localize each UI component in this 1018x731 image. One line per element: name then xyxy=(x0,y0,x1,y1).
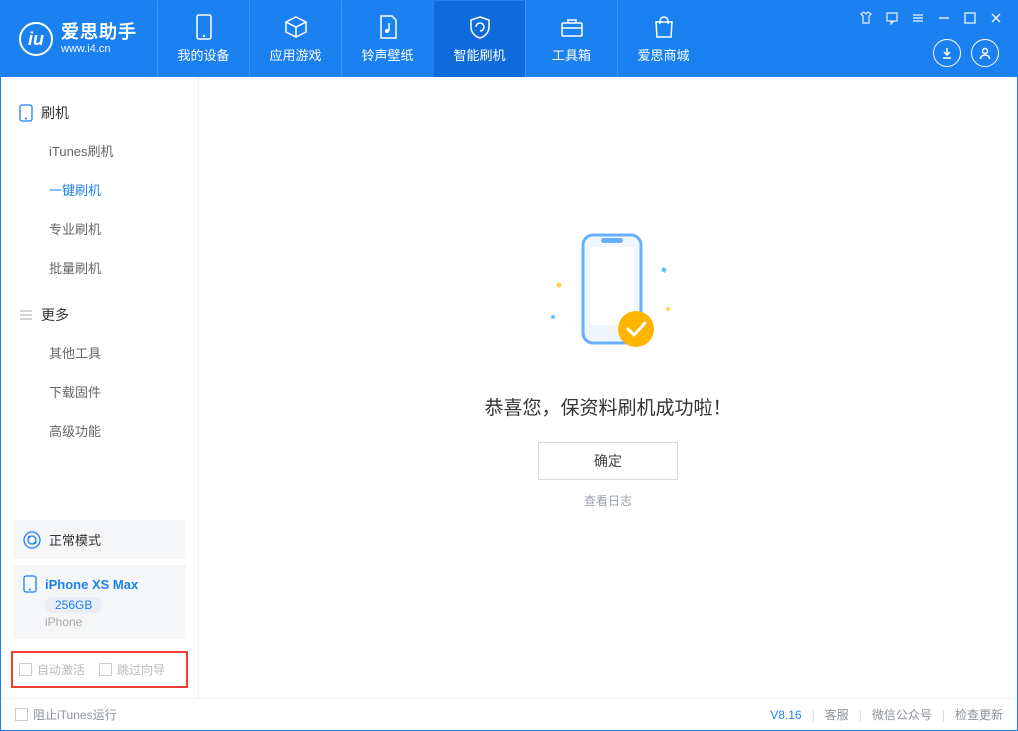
sidebar-item-other-tools[interactable]: 其他工具 xyxy=(1,333,198,372)
status-bar: 阻止iTunes运行 V8.16 | 客服 | 微信公众号 | 检查更新 xyxy=(1,698,1017,730)
sync-icon xyxy=(23,531,41,549)
nav-apps-games[interactable]: 应用游戏 xyxy=(249,1,341,77)
sidebar-item-oneclick-flash[interactable]: 一键刷机 xyxy=(1,170,198,209)
ok-button[interactable]: 确定 xyxy=(538,442,678,480)
header-actions xyxy=(933,39,999,67)
device-icon xyxy=(191,14,217,40)
nav-label: 应用游戏 xyxy=(269,45,321,64)
checkbox-label: 阻止iTunes运行 xyxy=(33,706,117,723)
app-header: iu 爱思助手 www.i4.cn 我的设备 应用游戏 铃声壁纸 智能刷机 工具… xyxy=(1,1,1017,77)
close-icon[interactable] xyxy=(987,9,1005,27)
device-card[interactable]: iPhone XS Max 256GB iPhone xyxy=(13,565,186,639)
window-controls xyxy=(857,9,1005,27)
checkbox-icon xyxy=(15,708,28,721)
top-nav: 我的设备 应用游戏 铃声壁纸 智能刷机 工具箱 爱思商城 xyxy=(157,1,709,77)
device-type: iPhone xyxy=(45,615,176,629)
sidebar-section-more: 更多 xyxy=(1,297,198,333)
phone-icon xyxy=(19,104,33,122)
version-label: V8.16 xyxy=(770,708,801,722)
checkbox-icon xyxy=(19,663,32,676)
nav-label: 工具箱 xyxy=(552,45,591,64)
app-url: www.i4.cn xyxy=(61,43,137,55)
checkbox-icon xyxy=(99,663,112,676)
highlighted-options: 自动激活 跳过向导 xyxy=(11,651,188,688)
nav-label: 铃声壁纸 xyxy=(361,45,413,64)
nav-my-device[interactable]: 我的设备 xyxy=(157,1,249,77)
minimize-icon[interactable] xyxy=(935,9,953,27)
refresh-shield-icon xyxy=(467,14,493,40)
checkbox-block-itunes[interactable]: 阻止iTunes运行 xyxy=(15,706,117,723)
maximize-icon[interactable] xyxy=(961,9,979,27)
sidebar-item-pro-flash[interactable]: 专业刷机 xyxy=(1,209,198,248)
sidebar-item-batch-flash[interactable]: 批量刷机 xyxy=(1,248,198,287)
logo-icon: iu xyxy=(19,22,53,56)
user-button[interactable] xyxy=(971,39,999,67)
shirt-icon[interactable] xyxy=(857,9,875,27)
app-name: 爱思助手 xyxy=(61,23,137,43)
view-log-link[interactable]: 查看日志 xyxy=(584,492,632,509)
footer-link-wechat[interactable]: 微信公众号 xyxy=(872,706,932,723)
sidebar-item-download-firmware[interactable]: 下载固件 xyxy=(1,372,198,411)
checkbox-skip-guide[interactable]: 跳过向导 xyxy=(99,661,165,678)
checkbox-label: 跳过向导 xyxy=(117,661,165,678)
shopping-bag-icon xyxy=(651,14,677,40)
nav-ringtones-wallpaper[interactable]: 铃声壁纸 xyxy=(341,1,433,77)
sidebar: 刷机 iTunes刷机 一键刷机 专业刷机 批量刷机 更多 其他工具 下载固件 … xyxy=(1,77,199,698)
phone-icon xyxy=(23,575,37,593)
nav-smart-flash[interactable]: 智能刷机 xyxy=(433,1,525,77)
sidebar-item-advanced[interactable]: 高级功能 xyxy=(1,411,198,450)
sidebar-section-flash: 刷机 xyxy=(1,95,198,131)
mode-label: 正常模式 xyxy=(49,530,101,549)
success-illustration xyxy=(508,227,708,367)
section-title: 刷机 xyxy=(41,103,69,123)
list-icon xyxy=(19,308,33,322)
main-content: 恭喜您，保资料刷机成功啦！ 确定 查看日志 xyxy=(199,77,1017,698)
nav-store[interactable]: 爱思商城 xyxy=(617,1,709,77)
toolbox-icon xyxy=(559,14,585,40)
music-file-icon xyxy=(375,14,401,40)
footer-link-update[interactable]: 检查更新 xyxy=(955,706,1003,723)
logo[interactable]: iu 爱思助手 www.i4.cn xyxy=(1,22,157,56)
cube-icon xyxy=(283,14,309,40)
mode-status[interactable]: 正常模式 xyxy=(13,520,186,559)
checkbox-label: 自动激活 xyxy=(37,661,85,678)
feedback-icon[interactable] xyxy=(883,9,901,27)
footer-link-support[interactable]: 客服 xyxy=(825,706,849,723)
nav-label: 我的设备 xyxy=(177,45,229,64)
device-name: iPhone XS Max xyxy=(45,577,138,592)
checkbox-auto-activate[interactable]: 自动激活 xyxy=(19,661,85,678)
device-capacity: 256GB xyxy=(45,597,102,613)
sidebar-item-itunes-flash[interactable]: iTunes刷机 xyxy=(1,131,198,170)
nav-label: 爱思商城 xyxy=(637,45,689,64)
nav-label: 智能刷机 xyxy=(453,45,505,64)
section-title: 更多 xyxy=(41,305,69,325)
nav-toolbox[interactable]: 工具箱 xyxy=(525,1,617,77)
download-button[interactable] xyxy=(933,39,961,67)
menu-icon[interactable] xyxy=(909,9,927,27)
success-message: 恭喜您，保资料刷机成功啦！ xyxy=(484,393,731,420)
